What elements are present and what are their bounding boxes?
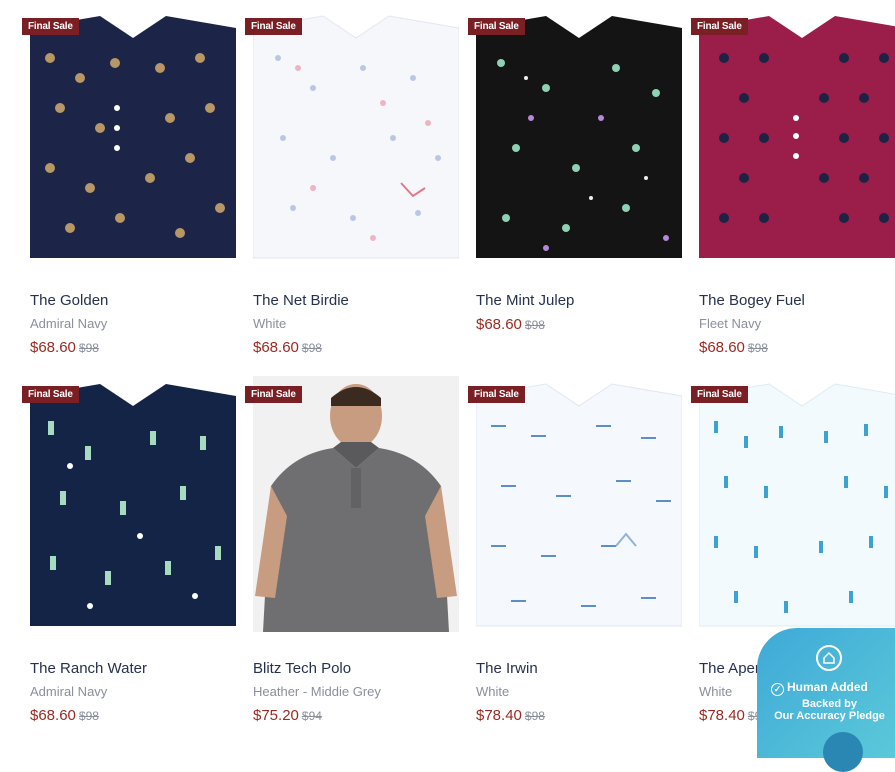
final-sale-badge: Final Sale [245,18,302,35]
product-image[interactable] [476,8,682,264]
product-color: Admiral Navy [30,316,108,331]
sale-price: $75.20 [253,707,299,724]
product-card[interactable]: Final Sale The Golden Admiral Navy $68.6… [22,8,246,368]
product-title[interactable]: Blitz Tech Polo [253,660,351,677]
original-price: $98 [301,341,322,355]
product-card[interactable]: Final Sale The Bogey Fuel Fleet Navy $68… [691,8,895,368]
product-card[interactable]: Final Sale The Irwin White $78.40 $98 [468,376,692,736]
product-image[interactable] [699,376,895,632]
final-sale-badge: Final Sale [691,386,748,403]
sale-price: $78.40 [699,707,745,724]
original-price: $98 [524,318,545,332]
product-image[interactable] [253,8,459,264]
product-image[interactable] [476,376,682,632]
human-added-text: Human Added [787,680,868,694]
final-sale-badge: Final Sale [468,18,525,35]
home-icon [816,645,842,671]
product-title[interactable]: The Golden [30,292,108,309]
final-sale-badge: Final Sale [691,18,748,35]
pledge-line-2: Our Accuracy Pledge [774,710,885,722]
product-card[interactable]: Final Sale Blitz Tech Polo Heather - Mid… [245,376,469,736]
pledge-text: Backed by Our Accuracy Pledge [757,698,895,722]
final-sale-badge: Final Sale [468,386,525,403]
product-price: $68.60 $98 [30,339,99,356]
product-card[interactable]: Final Sale The Net Birdie White $68.60 $9… [245,8,469,368]
sale-price: $78.40 [476,707,522,724]
product-image[interactable] [30,376,236,632]
product-price: $68.60 $98 [30,707,99,724]
final-sale-badge: Final Sale [22,386,79,403]
product-card[interactable]: Final Sale The Ranch Water Admiral Navy … [22,376,246,736]
product-image[interactable] [30,8,236,264]
original-price: $98 [524,709,545,723]
sale-price: $68.60 [476,316,522,333]
check-circle-icon: ✓ [771,683,784,696]
product-image[interactable] [699,8,895,264]
product-title[interactable]: The Bogey Fuel [699,292,805,309]
human-added-label: ✓ Human Added [771,680,868,696]
product-title[interactable]: The Ranch Water [30,660,147,677]
product-color: Heather - Middie Grey [253,684,381,699]
sale-price: $68.60 [30,707,76,724]
product-color: Fleet Navy [699,316,762,331]
product-color: White [476,684,510,699]
product-price: $75.20 $94 [253,707,322,724]
sale-price: $68.60 [253,339,299,356]
product-price: $68.60 $98 [699,339,768,356]
sale-price: $68.60 [699,339,745,356]
product-image[interactable] [253,376,459,632]
product-title[interactable]: The Mint Julep [476,292,574,309]
pledge-line-1: Backed by [801,698,858,710]
product-color: White [253,316,287,331]
sale-price: $68.60 [30,339,76,356]
product-color: White [699,684,733,699]
final-sale-badge: Final Sale [245,386,302,403]
product-color: Admiral Navy [30,684,108,699]
product-card[interactable]: Final Sale The Mint Julep $68.60 $98 [468,8,692,368]
product-title[interactable]: The Irwin [476,660,538,677]
original-price: $98 [747,341,768,355]
original-price: $94 [301,709,322,723]
product-grid: Final Sale The Golden Admiral Navy $68.6… [0,0,895,739]
pledge-button-circle[interactable] [823,732,863,772]
product-price: $68.60 $98 [253,339,322,356]
original-price: $98 [78,341,99,355]
original-price: $98 [78,709,99,723]
product-price: $78.40$98 [476,707,545,724]
product-price: $68.60 $98 [476,316,545,333]
product-title[interactable]: The Net Birdie [253,292,349,309]
final-sale-badge: Final Sale [22,18,79,35]
